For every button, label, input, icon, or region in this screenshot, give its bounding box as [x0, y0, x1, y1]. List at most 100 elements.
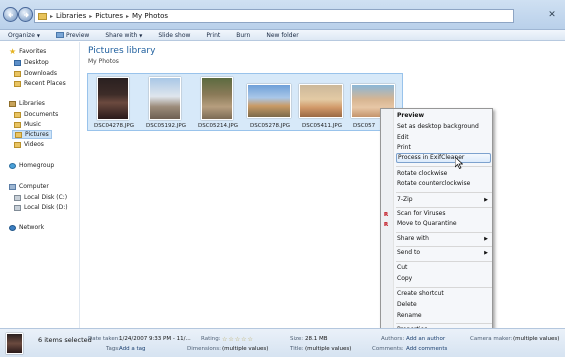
menu-item-scan-for-viruses[interactable]: Scan for Viruses [397, 209, 491, 219]
nav-documents-label: Documents [24, 111, 59, 118]
libraries-icon [9, 100, 16, 107]
selection-count: 6 items selected [38, 336, 92, 344]
menu-item-set-desktop-background[interactable]: Set as desktop background [397, 122, 491, 132]
back-arrow-icon [8, 12, 13, 18]
nav-desktop[interactable]: Desktop [14, 59, 49, 66]
tags-value[interactable]: Add a tag [119, 346, 146, 352]
file-item[interactable]: DSC05411.JPG [297, 76, 347, 130]
menu-item-create-shortcut[interactable]: Create shortcut [397, 289, 491, 299]
menu-item-send-to[interactable]: Send to ▶ [397, 248, 491, 258]
preview-icon [55, 32, 64, 38]
organize-button[interactable]: Organize ▼ [0, 32, 48, 39]
menu-item-edit[interactable]: Edit [397, 133, 491, 143]
nav-recent-places-label: Recent Places [24, 80, 66, 87]
nav-videos-label: Videos [24, 141, 44, 148]
authors-label: Authors: [381, 336, 405, 342]
desktop-icon [14, 59, 21, 66]
nav-pictures[interactable]: Pictures [12, 130, 52, 139]
slide-show-button[interactable]: Slide show [150, 32, 198, 39]
nav-libraries-label: Libraries [19, 100, 45, 107]
nav-downloads-label: Downloads [24, 70, 57, 77]
menu-item-preview[interactable]: Preview [397, 111, 491, 121]
nav-local-disk-c[interactable]: Local Disk (C:) [14, 194, 67, 201]
computer-icon [9, 183, 16, 190]
nav-pictures-label: Pictures [25, 131, 49, 138]
nav-local-disk-d-label: Local Disk (D:) [24, 204, 68, 211]
file-name: DSC04278.JPG [93, 123, 134, 129]
recent-places-icon [14, 80, 21, 87]
downloads-icon [14, 70, 21, 77]
menu-separator [396, 287, 492, 288]
nav-local-disk-d[interactable]: Local Disk (D:) [14, 204, 68, 211]
breadcrumb-pictures[interactable]: Pictures [95, 12, 123, 20]
menu-item-move-to-quarantine[interactable]: Move to Quarantine [397, 219, 491, 229]
nav-documents[interactable]: Documents [14, 111, 58, 118]
nav-music-label: Music [24, 121, 42, 128]
file-name: DSC05192.JPG [145, 123, 186, 129]
menu-item-rotate-counterclockwise[interactable]: Rotate counterclockwise [397, 179, 491, 189]
breadcrumb-separator-icon: ▸ [126, 12, 130, 20]
new-folder-button[interactable]: New folder [258, 32, 306, 39]
print-button[interactable]: Print [198, 32, 228, 39]
burn-button[interactable]: Burn [228, 32, 258, 39]
submenu-arrow-icon: ▶ [484, 197, 488, 203]
address-bar[interactable]: ▸ Libraries ▸ Pictures ▸ My Photos [34, 9, 514, 23]
menu-separator [396, 261, 492, 262]
file-item[interactable]: DSC05192.JPG [141, 76, 191, 130]
nav-network[interactable]: Network [9, 224, 44, 231]
forward-button[interactable] [18, 7, 33, 22]
back-button[interactable] [3, 7, 18, 22]
library-title: Pictures library [88, 46, 156, 56]
menu-item-share-with-label: Share with [397, 235, 429, 242]
breadcrumb-my-photos[interactable]: My Photos [132, 12, 168, 20]
file-name: DSC05411.JPG [301, 123, 342, 129]
nav-recent-places[interactable]: Recent Places [14, 80, 66, 87]
nav-homegroup-label: Homegroup [19, 162, 55, 169]
nav-favorites[interactable]: ★ Favorites [9, 47, 46, 55]
submenu-arrow-icon: ▶ [484, 236, 488, 242]
close-icon[interactable]: ✕ [545, 9, 559, 21]
title-label: Title: [290, 346, 304, 352]
submenu-arrow-icon: ▶ [484, 250, 488, 256]
camera-maker-value: (multiple values) [513, 336, 560, 342]
menu-separator [396, 166, 492, 167]
mouse-cursor-icon [455, 157, 463, 169]
nav-libraries[interactable]: Libraries [9, 100, 45, 107]
chevron-down-icon: ▼ [139, 32, 143, 38]
share-with-button[interactable]: Share with ▼ [97, 32, 150, 39]
share-with-label: Share with [105, 31, 138, 39]
antivirus-icon: ʀ [384, 210, 389, 218]
breadcrumb-libraries[interactable]: Libraries [56, 12, 86, 20]
menu-item-rename[interactable]: Rename [397, 311, 491, 321]
menu-item-7zip[interactable]: 7-Zip ▶ [397, 195, 491, 205]
menu-item-process-in-exifcleaner[interactable]: Process in ExifCleaner [396, 153, 491, 163]
photo-thumbnail [247, 84, 291, 118]
file-item[interactable]: DSC04278.JPG [89, 76, 139, 130]
comments-value[interactable]: Add comments [406, 346, 447, 352]
menu-item-rotate-clockwise[interactable]: Rotate clockwise [397, 169, 491, 179]
menu-item-share-with[interactable]: Share with ▶ [397, 234, 491, 244]
nav-music[interactable]: Music [14, 121, 41, 128]
preview-button[interactable]: Preview [48, 32, 97, 39]
rating-label: Rating: [201, 336, 221, 342]
photo-thumbnail [201, 77, 233, 120]
menu-separator [396, 323, 492, 324]
menu-item-delete[interactable]: Delete [397, 300, 491, 310]
menu-item-7zip-label: 7-Zip [397, 196, 413, 203]
nav-homegroup[interactable]: Homegroup [9, 162, 54, 169]
nav-downloads[interactable]: Downloads [14, 70, 57, 77]
authors-value[interactable]: Add an author [406, 336, 445, 342]
menu-item-print[interactable]: Print [397, 143, 491, 153]
homegroup-icon [9, 162, 16, 169]
menu-item-copy[interactable]: Copy [397, 274, 491, 284]
camera-maker-label: Camera maker: [470, 336, 513, 342]
rating-stars[interactable]: ☆☆☆☆☆ [222, 336, 254, 343]
navigation-pane: ★ Favorites Desktop Downloads Recent Pla… [0, 42, 80, 328]
menu-item-cut[interactable]: Cut [397, 263, 491, 273]
file-item[interactable]: DSC05278.JPG [245, 76, 295, 130]
nav-computer[interactable]: Computer [9, 183, 49, 190]
size-label: Size: [290, 336, 304, 342]
videos-icon [14, 141, 21, 148]
file-item[interactable]: DSC05214.JPG [193, 76, 243, 130]
nav-videos[interactable]: Videos [14, 141, 44, 148]
